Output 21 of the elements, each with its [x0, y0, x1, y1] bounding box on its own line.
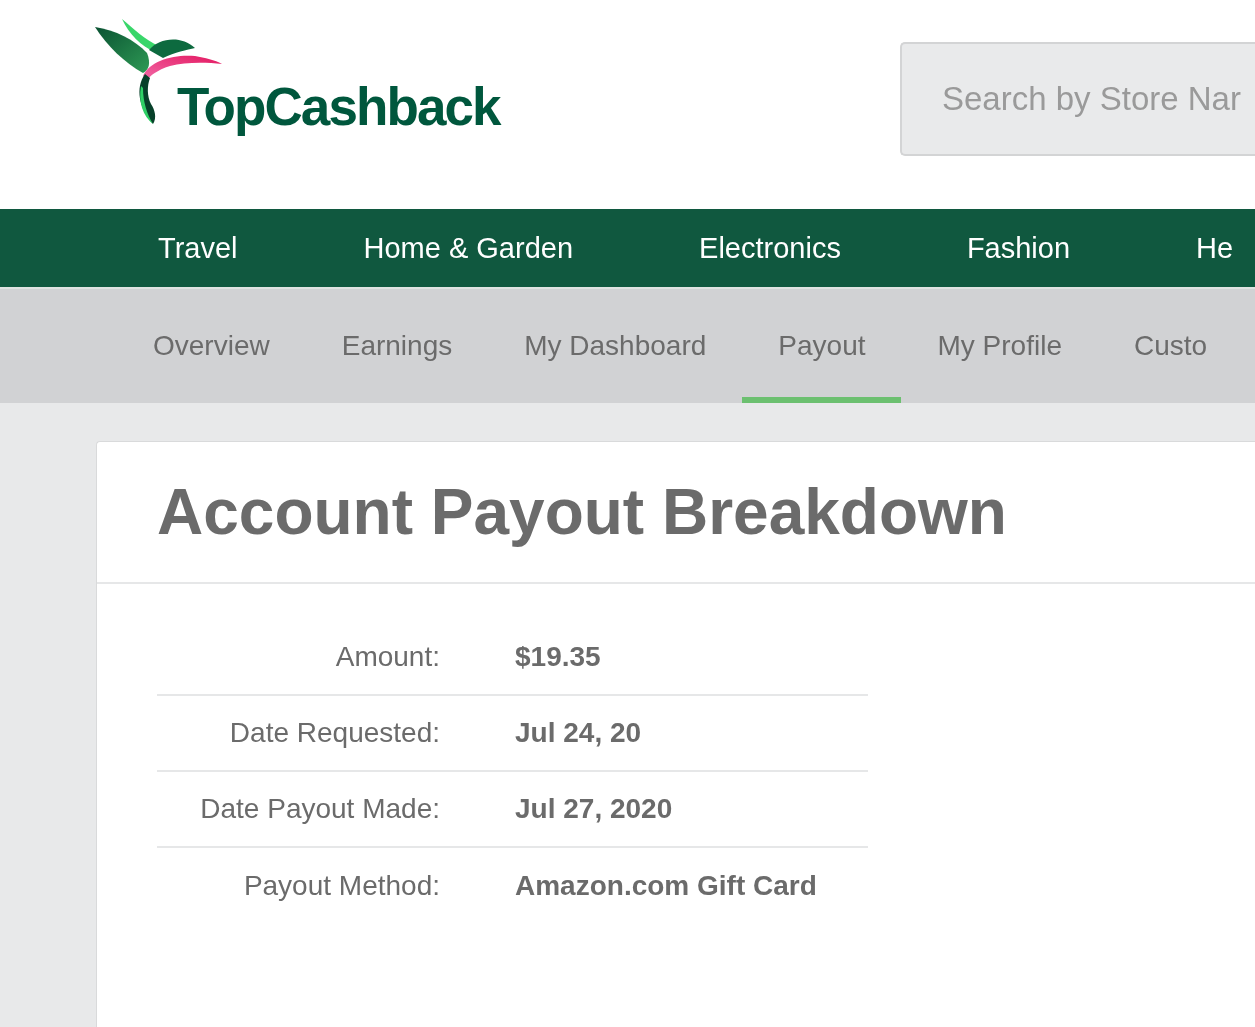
card-title: Account Payout Breakdown [157, 475, 1007, 549]
field-value: $19.35 [515, 641, 601, 673]
category-link[interactable]: Home & Garden [300, 231, 637, 265]
category-link[interactable]: He [1133, 231, 1255, 265]
field-value: Jul 24, 20 [515, 717, 642, 749]
account-tab[interactable]: Overview [117, 289, 306, 403]
account-tab[interactable]: My Dashboard [488, 289, 743, 403]
search-field[interactable]: Search by Store Nar [900, 42, 1255, 156]
field-value: Amazon.com Gift Card [515, 870, 817, 902]
category-link[interactable]: Electronics [636, 231, 904, 265]
field-label: Date Requested: [229, 717, 440, 749]
account-tab[interactable]: Earnings [305, 289, 489, 403]
account-tab[interactable]: Custo [1097, 289, 1244, 403]
field-label: Amount: [335, 641, 440, 673]
field-label: Date Payout Made: [200, 793, 440, 825]
field-value: Jul 27, 2020 [515, 793, 673, 825]
account-tab[interactable]: Payout [742, 289, 902, 403]
category-link[interactable]: Travel [95, 231, 301, 265]
field-label: Payout Method: [243, 870, 440, 902]
account-tab[interactable]: My Profile [901, 289, 1098, 403]
category-link[interactable]: Fashion [903, 231, 1134, 265]
